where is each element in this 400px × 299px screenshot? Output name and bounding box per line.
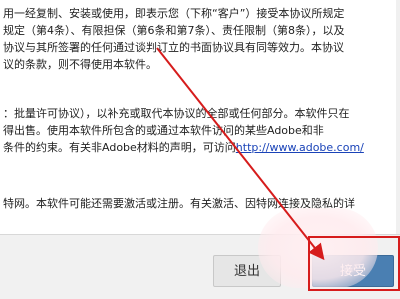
text-line: ：批量许可协议），以补充或取代本协议的全部或任何部分。本软件只在 — [3, 107, 350, 120]
text-line: 规定（第4条）、有限担保（第6条和第7条）、责任限制（第8条），以及 — [3, 24, 345, 37]
text-line: 条件的约束。有关非Adobe材料的声明，可访问 — [3, 141, 236, 154]
license-paragraph-1: 用一经复制、安装或使用，即表示您（下称“客户”）接受本协议所规定 规定（第4条）… — [3, 5, 345, 73]
accept-button[interactable]: 接受 — [312, 255, 394, 287]
license-paragraph-3: 特网。本软件可能还需要激活或注册。有关激活、因特网连接及隐私的详 — [3, 195, 355, 212]
text-line: 协议与其所签署的任何通过谈判订立的书面协议具有同等效力。本协议 — [3, 41, 344, 54]
adobe-link[interactable]: http://www.adobe.com/ — [236, 141, 364, 154]
text-line: 得出售。使用本软件所包含的或通过本软件访问的某些Adobe和非 — [3, 124, 324, 137]
text-line: 议的条款，则不得使用本软件。 — [3, 58, 157, 71]
license-agreement-window: 用一经复制、安装或使用，即表示您（下称“客户”）接受本协议所规定 规定（第4条）… — [0, 0, 400, 299]
text-line: 用一经复制、安装或使用，即表示您（下称“客户”）接受本协议所规定 — [3, 7, 345, 20]
text-line: 特网。本软件可能还需要激活或注册。有关激活、因特网连接及隐私的详 — [3, 197, 355, 210]
license-text-area[interactable]: 用一经复制、安装或使用，即表示您（下称“客户”）接受本协议所规定 规定（第4条）… — [0, 0, 400, 235]
license-paragraph-2: ：批量许可协议），以补充或取代本协议的全部或任何部分。本软件只在 得出售。使用本… — [3, 105, 364, 156]
text-line-with-link: 条件的约束。有关非Adobe材料的声明，可访问http://www.adobe.… — [3, 139, 364, 156]
scrollbar[interactable] — [396, 0, 400, 234]
quit-button[interactable]: 退出 — [213, 255, 281, 287]
